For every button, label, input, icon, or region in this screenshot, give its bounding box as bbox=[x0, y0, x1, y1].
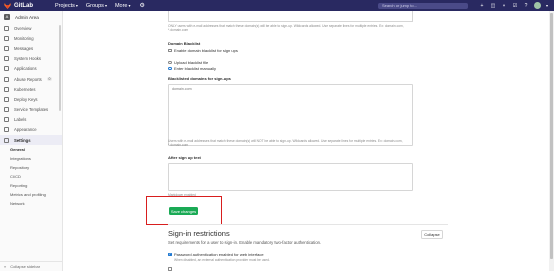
chevron-down-icon[interactable]: ▾ bbox=[546, 3, 548, 8]
sidebar-title: Admin Area bbox=[15, 14, 39, 20]
avatar[interactable] bbox=[533, 2, 541, 9]
sidebar-item-appearance[interactable]: Appearance bbox=[0, 125, 62, 135]
template-icon bbox=[4, 107, 9, 113]
appearance-icon bbox=[4, 127, 9, 133]
signin-restrictions-description: Set requirements for a user to sign-in. … bbox=[168, 240, 322, 245]
after-signup-text-label: After sign up text bbox=[168, 155, 201, 160]
sidebar-item-overview[interactable]: Overview bbox=[0, 23, 62, 33]
double-chevron-left-icon: « bbox=[4, 264, 7, 269]
collapse-section-button[interactable]: Collapse bbox=[421, 230, 443, 239]
blacklisted-domains-textarea[interactable] bbox=[168, 84, 413, 146]
radio-button[interactable] bbox=[168, 60, 172, 65]
whitelist-help: ONLY users with e-mail addresses that ma… bbox=[168, 24, 404, 33]
nav-groups[interactable]: Groups▾ bbox=[86, 3, 107, 9]
sidebar-header[interactable]: A Admin Area bbox=[0, 11, 62, 23]
sidebar-item-applications[interactable]: Applications bbox=[0, 64, 62, 74]
messages-icon bbox=[4, 45, 9, 51]
help-icon[interactable]: ? bbox=[523, 3, 529, 9]
admin-sidebar: A Admin Area Overview Monitoring Message… bbox=[0, 11, 63, 271]
highlight-box bbox=[146, 196, 222, 225]
top-navbar: GitLab Projects▾ Groups▾ More▾ ⚙ Search … bbox=[0, 0, 554, 11]
sidebar-subitem-integrations[interactable]: Integrations bbox=[0, 154, 62, 163]
admin-area-avatar: A bbox=[4, 14, 10, 20]
overview-icon bbox=[4, 25, 9, 31]
admin-wrench-icon[interactable]: ⚙ bbox=[140, 2, 145, 9]
radio-button-selected[interactable] bbox=[168, 66, 172, 71]
todos-icon[interactable]: ☑ bbox=[512, 3, 518, 9]
count-badge: 0 bbox=[47, 77, 52, 82]
next-checkbox[interactable] bbox=[168, 267, 174, 271]
password-auth-help: When disabled, an external authenticatio… bbox=[174, 258, 270, 262]
monitoring-icon bbox=[4, 35, 9, 41]
section-divider bbox=[168, 224, 448, 225]
hook-icon bbox=[4, 56, 9, 62]
settings-icon bbox=[4, 137, 9, 143]
password-auth-checkbox[interactable]: ✓ Password authentication enabled for we… bbox=[168, 252, 264, 257]
after-signup-textarea[interactable] bbox=[168, 163, 413, 191]
radio-upload-file[interactable]: Upload blacklist file bbox=[168, 60, 208, 65]
search-input[interactable]: Search or jump to… bbox=[377, 2, 468, 9]
sidebar-subitem-cicd[interactable]: CI/CD bbox=[0, 172, 62, 181]
chevron-down-icon: ▾ bbox=[104, 2, 107, 8]
sidebar-item-abuse-reports[interactable]: Abuse Reports 0 bbox=[0, 74, 62, 84]
chevron-down-icon: ▾ bbox=[75, 2, 78, 8]
sidebar-subitem-repository[interactable]: Repository bbox=[0, 163, 62, 172]
sidebar-item-settings[interactable]: Settings bbox=[0, 135, 62, 146]
brand-name[interactable]: GitLab bbox=[14, 3, 33, 9]
nav-projects[interactable]: Projects▾ bbox=[55, 3, 78, 9]
domain-blacklist-title: Domain Blacklist bbox=[168, 41, 201, 46]
signin-restrictions-title: Sign-in restrictions bbox=[168, 229, 230, 238]
sidebar-scrollbar[interactable] bbox=[59, 25, 61, 111]
merge-requests-icon[interactable]: ⑂ bbox=[501, 3, 507, 9]
sidebar-subitem-reporting[interactable]: Reporting bbox=[0, 181, 62, 190]
abuse-icon bbox=[4, 76, 9, 82]
applications-icon bbox=[4, 66, 9, 72]
blacklist-checkbox[interactable]: Enable domain blacklist for sign ups bbox=[168, 48, 238, 53]
sidebar-item-labels[interactable]: Labels bbox=[0, 115, 62, 125]
label-icon bbox=[4, 117, 9, 123]
issues-icon[interactable]: ◫ bbox=[490, 3, 496, 9]
sidebar-subitem-network[interactable]: Network bbox=[0, 199, 62, 208]
sidebar-item-deploy-keys[interactable]: Deploy Keys bbox=[0, 94, 62, 104]
key-icon bbox=[4, 96, 9, 102]
blacklisted-help: Users with e-mail addresses that match t… bbox=[168, 139, 403, 148]
blacklisted-domains-label: Blacklisted domains for sign-ups bbox=[168, 76, 231, 81]
checkbox[interactable] bbox=[168, 48, 172, 53]
plus-icon[interactable]: + bbox=[479, 3, 485, 9]
sidebar-item-monitoring[interactable]: Monitoring bbox=[0, 33, 62, 43]
whitelist-textarea[interactable] bbox=[168, 11, 413, 22]
sidebar-item-kubernetes[interactable]: Kubernetes bbox=[0, 84, 62, 94]
checkbox[interactable] bbox=[168, 267, 172, 271]
nav-more[interactable]: More▾ bbox=[115, 3, 131, 9]
checkbox-checked-icon[interactable]: ✓ bbox=[168, 252, 172, 257]
gitlab-logo-icon[interactable] bbox=[4, 2, 11, 9]
sidebar-item-messages[interactable]: Messages bbox=[0, 43, 62, 53]
page-scrollbar-thumb[interactable] bbox=[550, 13, 553, 259]
collapse-sidebar-button[interactable]: « Collapse sidebar bbox=[0, 261, 62, 271]
kubernetes-icon bbox=[4, 86, 9, 92]
sidebar-item-system-hooks[interactable]: System Hooks bbox=[0, 54, 62, 64]
sidebar-subitem-metrics[interactable]: Metrics and profiling bbox=[0, 190, 62, 199]
sidebar-item-service-templates[interactable]: Service Templates bbox=[0, 105, 62, 115]
chevron-down-icon: ▾ bbox=[128, 2, 131, 8]
sidebar-subitem-general[interactable]: General bbox=[0, 145, 62, 154]
radio-enter-manually[interactable]: Enter blacklist manually bbox=[168, 66, 216, 71]
